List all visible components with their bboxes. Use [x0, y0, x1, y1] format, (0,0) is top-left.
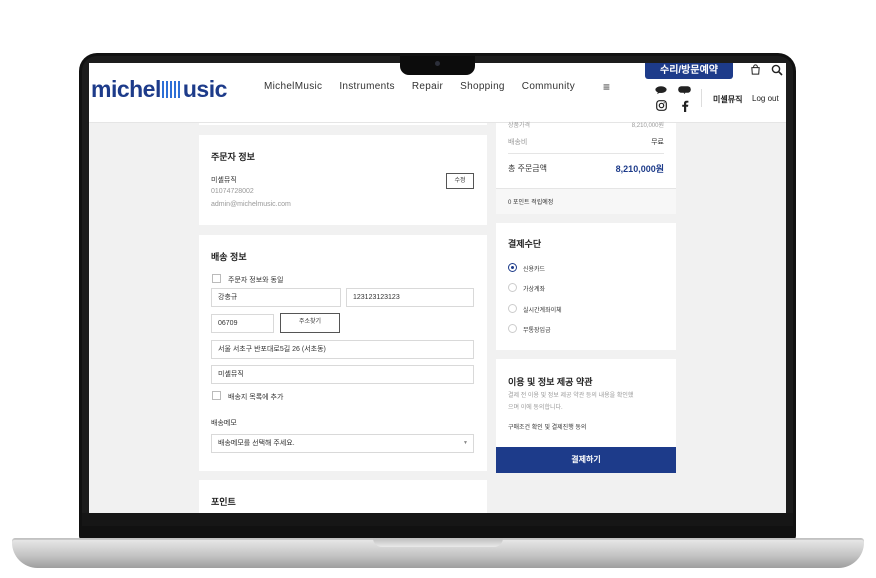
orderer-phone: 01074728002	[211, 188, 254, 195]
nav-item-instruments[interactable]: Instruments	[339, 81, 395, 92]
blog-icon[interactable]	[678, 86, 691, 94]
user-name[interactable]: 미셸뮤직	[713, 94, 742, 105]
add-to-address-list-checkbox[interactable]	[212, 391, 221, 400]
payment-label-bank-deposit: 무통장입금	[523, 328, 551, 334]
facebook-icon[interactable]	[681, 100, 689, 112]
search-icon[interactable]	[771, 64, 783, 76]
chevron-down-icon: ▼	[463, 440, 468, 446]
payment-radio-credit-card[interactable]	[508, 263, 517, 272]
orderer-name: 미셸뮤직	[211, 177, 237, 184]
terms-title: 이용 및 정보 제공 약관	[508, 377, 593, 387]
address-detail-input[interactable]: 미셸뮤직	[211, 365, 474, 384]
product-price-label: 상품가격	[508, 123, 531, 129]
terms-description-line1: 결제 전 이용 및 정보 제공 약관 등의 내용을 확인했	[508, 393, 634, 399]
recipient-phone-input[interactable]: 123123123123	[346, 288, 474, 307]
edit-orderer-button[interactable]: 수정	[446, 173, 474, 189]
laptop-bottom-bezel	[82, 513, 793, 526]
site-logo[interactable]: michel usic	[91, 76, 227, 103]
terms-description-line2: 으며 이에 동의합니다.	[508, 405, 563, 411]
memo-select-value: 배송메모를 선택해 주세요.	[218, 440, 295, 447]
payment-method-card: 결제수단 신용카드 가상계좌 실시간계좌이체 무통장입금	[496, 223, 676, 350]
payment-method-title: 결제수단	[508, 239, 542, 249]
points-card: 포인트	[199, 480, 487, 513]
nav-item-repair[interactable]: Repair	[412, 81, 443, 92]
product-card-edge	[199, 123, 487, 125]
main-nav: MichelMusic Instruments Repair Shopping …	[264, 81, 575, 92]
total-amount-value: 8,210,000원	[615, 164, 664, 174]
zipcode-input[interactable]: 06709	[211, 314, 274, 333]
total-amount-label: 총 주문금액	[508, 164, 548, 173]
payment-label-credit-card: 신용카드	[523, 267, 546, 273]
recipient-name-input[interactable]: 강충규	[211, 288, 341, 307]
add-to-address-list-label: 배송지 목록에 추가	[228, 394, 284, 401]
shipping-info-card: 배송 정보 주문자 정보와 동일 강충규 123123123123 06709 …	[199, 235, 487, 471]
points-title: 포인트	[211, 497, 236, 507]
hamburger-menu-icon[interactable]: ≡	[603, 80, 610, 94]
shipping-info-title: 배송 정보	[211, 252, 247, 262]
memo-select[interactable]: 배송메모를 선택해 주세요. ▼	[211, 434, 474, 453]
logout-link[interactable]: Log out	[752, 94, 779, 103]
instagram-icon[interactable]	[656, 100, 667, 111]
header-divider	[701, 89, 702, 107]
shipping-fee-value: 무료	[651, 139, 664, 146]
points-note: 0 포인트 적립예정	[508, 200, 554, 206]
screen: michel usic MichelMusic Instruments Repai…	[89, 63, 786, 513]
shipping-fee-label: 배송비	[508, 139, 528, 146]
logo-text-left: michel	[91, 76, 161, 102]
payment-radio-bank-deposit[interactable]	[508, 324, 517, 333]
logo-text-right: usic	[182, 76, 228, 102]
nav-item-community[interactable]: Community	[522, 81, 575, 92]
repair-reservation-button[interactable]: 수리/방문예약	[645, 63, 733, 79]
terms-card: 이용 및 정보 제공 약관 결제 전 이용 및 정보 제공 약관 등의 내용을 …	[496, 359, 676, 447]
shopping-bag-icon[interactable]	[750, 64, 761, 75]
terms-agreement[interactable]: 구매조건 확인 및 결제진행 동의	[508, 422, 586, 431]
equalizer-bars-icon	[161, 81, 182, 98]
camera-notch	[400, 56, 475, 75]
search-address-button[interactable]: 주소찾기	[280, 313, 340, 333]
kakaotalk-icon[interactable]	[655, 86, 667, 94]
points-note-bar: 0 포인트 적립예정	[496, 188, 676, 214]
address-input[interactable]: 서울 서초구 반포대로5길 26 (서초동)	[211, 340, 474, 359]
nav-item-shopping[interactable]: Shopping	[460, 81, 505, 92]
laptop-opening-notch	[373, 538, 503, 547]
payment-label-realtime-transfer: 실시간계좌이체	[523, 308, 562, 314]
same-as-orderer-label: 주문자 정보와 동일	[228, 277, 284, 284]
same-as-orderer-checkbox[interactable]	[212, 274, 221, 283]
payment-radio-virtual-account[interactable]	[508, 283, 517, 292]
pay-button[interactable]: 결제하기	[496, 447, 676, 473]
summary-divider	[508, 153, 664, 154]
product-price-value: 8,210,000원	[631, 123, 664, 129]
memo-label: 배송메모	[211, 420, 237, 427]
payment-label-virtual-account: 가상계좌	[523, 287, 546, 293]
orderer-email: admin@michelmusic.com	[211, 201, 291, 208]
payment-radio-realtime-transfer[interactable]	[508, 304, 517, 313]
nav-item-michelmusic[interactable]: MichelMusic	[264, 81, 322, 92]
camera-icon	[435, 61, 440, 66]
orderer-info-title: 주문자 정보	[211, 152, 255, 162]
orderer-info-card: 주문자 정보 미셸뮤직 01074728002 admin@michelmusi…	[199, 135, 487, 225]
